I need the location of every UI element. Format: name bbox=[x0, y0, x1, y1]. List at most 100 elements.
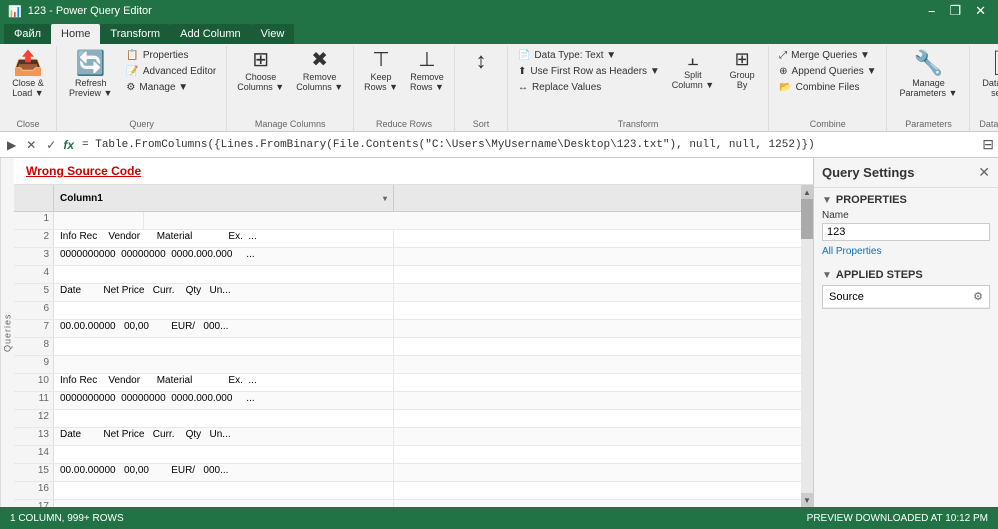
applied-steps-section: ▼ APPLIED STEPS Source ⚙ bbox=[814, 263, 998, 315]
first-row-headers-button[interactable]: ⬆ Use First Row as Headers ▼ bbox=[514, 64, 664, 79]
data-sources-content: 🗄 Data sourcesettings bbox=[976, 48, 998, 117]
data-type-icon: 📄 bbox=[518, 50, 530, 61]
data-source-settings-button[interactable]: 🗄 Data sourcesettings bbox=[976, 48, 998, 102]
close-query-settings-button[interactable]: ✕ bbox=[978, 164, 990, 181]
tab-add-column[interactable]: Add Column bbox=[170, 24, 251, 44]
keep-rows-button[interactable]: ⊤ KeepRows ▼ bbox=[360, 48, 402, 94]
advanced-editor-button[interactable]: 📝 Advanced Editor bbox=[122, 64, 220, 79]
table-row: 4 bbox=[14, 266, 801, 284]
combine-files-icon: 📂 bbox=[779, 82, 791, 93]
formula-input[interactable] bbox=[82, 139, 974, 151]
keep-rows-label: KeepRows ▼ bbox=[364, 72, 398, 92]
row-num: 12 bbox=[14, 410, 54, 427]
sort-button[interactable]: ↕ bbox=[461, 48, 501, 74]
column-header[interactable]: Column1 ▾ bbox=[54, 185, 394, 211]
ribbon-group-close: 📤 Close &Load ▼ Close bbox=[0, 46, 57, 131]
properties-arrow: ▼ bbox=[822, 195, 832, 206]
status-left: 1 COLUMN, 999+ ROWS bbox=[10, 513, 124, 524]
query-name-input[interactable] bbox=[822, 223, 990, 241]
query-group-label: Query bbox=[129, 117, 154, 129]
column-dropdown-arrow[interactable]: ▾ bbox=[383, 194, 387, 203]
title-bar-controls: − ❐ ✕ bbox=[924, 3, 990, 19]
query-settings-title: Query Settings bbox=[822, 165, 914, 180]
applied-steps-list: Source ⚙ bbox=[822, 285, 990, 309]
restore-button[interactable]: ❐ bbox=[945, 3, 965, 19]
refresh-label: RefreshPreview ▼ bbox=[69, 78, 112, 98]
tab-file[interactable]: Файл bbox=[4, 24, 51, 44]
properties-button[interactable]: 📋 Properties bbox=[122, 48, 220, 63]
ribbon-group-query: 🔄 RefreshPreview ▼ 📋 Properties 📝 Advanc… bbox=[57, 46, 227, 131]
manage-button[interactable]: ⚙ Manage ▼ bbox=[122, 80, 220, 95]
ribbon-group-parameters: 🔧 ManageParameters ▼ Parameters bbox=[887, 46, 970, 131]
first-row-label: Use First Row as Headers ▼ bbox=[530, 66, 659, 77]
combine-files-label: Combine Files bbox=[796, 82, 860, 93]
tab-view[interactable]: View bbox=[251, 24, 295, 44]
advanced-editor-icon: 📝 bbox=[126, 66, 138, 77]
manage-label: Manage ▼ bbox=[139, 82, 188, 93]
reduce-rows-label: Reduce Rows bbox=[376, 117, 432, 129]
manage-parameters-button[interactable]: 🔧 ManageParameters ▼ bbox=[893, 48, 963, 102]
row-num: 13 bbox=[14, 428, 54, 445]
data-area: Column1 ▾ 1 2 Info Rec Vendor Material E… bbox=[14, 185, 813, 507]
properties-section-label: PROPERTIES bbox=[836, 194, 907, 206]
nav-back-button[interactable]: ▶ bbox=[4, 138, 19, 152]
group-by-button[interactable]: ⊞ GroupBy bbox=[722, 48, 762, 92]
group-label: GroupBy bbox=[730, 70, 755, 90]
remove-columns-button[interactable]: ✖ RemoveColumns ▼ bbox=[292, 48, 347, 94]
ribbon-group-manage-columns: ⊞ ChooseColumns ▼ ✖ RemoveColumns ▼ Mana… bbox=[227, 46, 354, 131]
split-column-button[interactable]: ⫠ SplitColumn ▼ bbox=[668, 48, 718, 92]
scroll-up-button[interactable]: ▲ bbox=[801, 185, 813, 199]
combine-label: Combine bbox=[810, 117, 846, 129]
table-row: 16 bbox=[14, 482, 801, 500]
tab-home[interactable]: Home bbox=[51, 24, 100, 44]
transform-content: 📄 Data Type: Text ▼ ⬆ Use First Row as H… bbox=[514, 48, 762, 117]
table-row: 6 bbox=[14, 302, 801, 320]
minimize-button[interactable]: − bbox=[924, 4, 940, 19]
data-grid[interactable]: Column1 ▾ 1 2 Info Rec Vendor Material E… bbox=[14, 185, 801, 507]
replace-label: Replace Values bbox=[532, 82, 601, 93]
append-queries-button[interactable]: ⊕ Append Queries ▼ bbox=[775, 64, 880, 79]
status-right: PREVIEW DOWNLOADED AT 10:12 PM bbox=[807, 513, 988, 524]
combine-files-button[interactable]: 📂 Combine Files bbox=[775, 80, 880, 95]
cancel-formula-button[interactable]: ✕ bbox=[23, 138, 39, 152]
expand-formula-button[interactable]: ⊟ bbox=[982, 136, 994, 153]
merge-label: Merge Queries ▼ bbox=[791, 50, 870, 61]
grid-header-row: Column1 ▾ bbox=[14, 185, 801, 212]
step-gear-icon[interactable]: ⚙ bbox=[973, 290, 983, 303]
all-properties-link[interactable]: All Properties bbox=[822, 246, 881, 257]
step-source[interactable]: Source ⚙ bbox=[823, 286, 989, 308]
row-num: 3 bbox=[14, 248, 54, 265]
queries-label: Queries bbox=[3, 313, 13, 352]
table-row: 8 bbox=[14, 338, 801, 356]
remove-rows-button[interactable]: ⊥ RemoveRows ▼ bbox=[406, 48, 448, 94]
choose-columns-button[interactable]: ⊞ ChooseColumns ▼ bbox=[233, 48, 288, 94]
accept-formula-button[interactable]: ✓ bbox=[43, 138, 59, 152]
tab-transform[interactable]: Transform bbox=[100, 24, 170, 44]
error-banner: Wrong Source Code bbox=[14, 158, 813, 185]
scroll-thumb[interactable] bbox=[801, 199, 813, 239]
parameters-label: Parameters bbox=[905, 117, 952, 129]
column-header-label: Column1 bbox=[60, 193, 103, 204]
data-type-button[interactable]: 📄 Data Type: Text ▼ bbox=[514, 48, 664, 63]
sort-label: Sort bbox=[473, 117, 490, 129]
replace-icon: ↔ bbox=[518, 82, 528, 93]
queries-sidebar[interactable]: Queries bbox=[0, 158, 14, 507]
refresh-preview-button[interactable]: 🔄 RefreshPreview ▼ bbox=[63, 48, 118, 102]
row-num: 14 bbox=[14, 446, 54, 463]
table-row: 11 0000000000 00000000 0000.000.000 ... bbox=[14, 392, 801, 410]
error-text[interactable]: Wrong Source Code bbox=[26, 164, 141, 178]
replace-values-button[interactable]: ↔ Replace Values bbox=[514, 80, 664, 95]
close-button[interactable]: ✕ bbox=[971, 3, 990, 19]
grid-cell: Date Net Price Curr. Qty Un... bbox=[54, 284, 394, 301]
row-num: 1 bbox=[14, 212, 54, 229]
merge-queries-button[interactable]: ⤢ Merge Queries ▼ bbox=[775, 48, 880, 63]
table-row: 14 bbox=[14, 446, 801, 464]
grid-cell: Info Rec Vendor Material Ex. ... bbox=[54, 230, 394, 247]
close-load-button[interactable]: 📤 Close &Load ▼ bbox=[6, 48, 50, 102]
scroll-down-button[interactable]: ▼ bbox=[801, 493, 813, 507]
vertical-scrollbar[interactable]: ▲ ▼ bbox=[801, 185, 813, 507]
keep-rows-icon: ⊤ bbox=[372, 50, 389, 70]
properties-label: Properties bbox=[143, 50, 189, 61]
row-num: 9 bbox=[14, 356, 54, 373]
grid-cell bbox=[54, 266, 394, 283]
